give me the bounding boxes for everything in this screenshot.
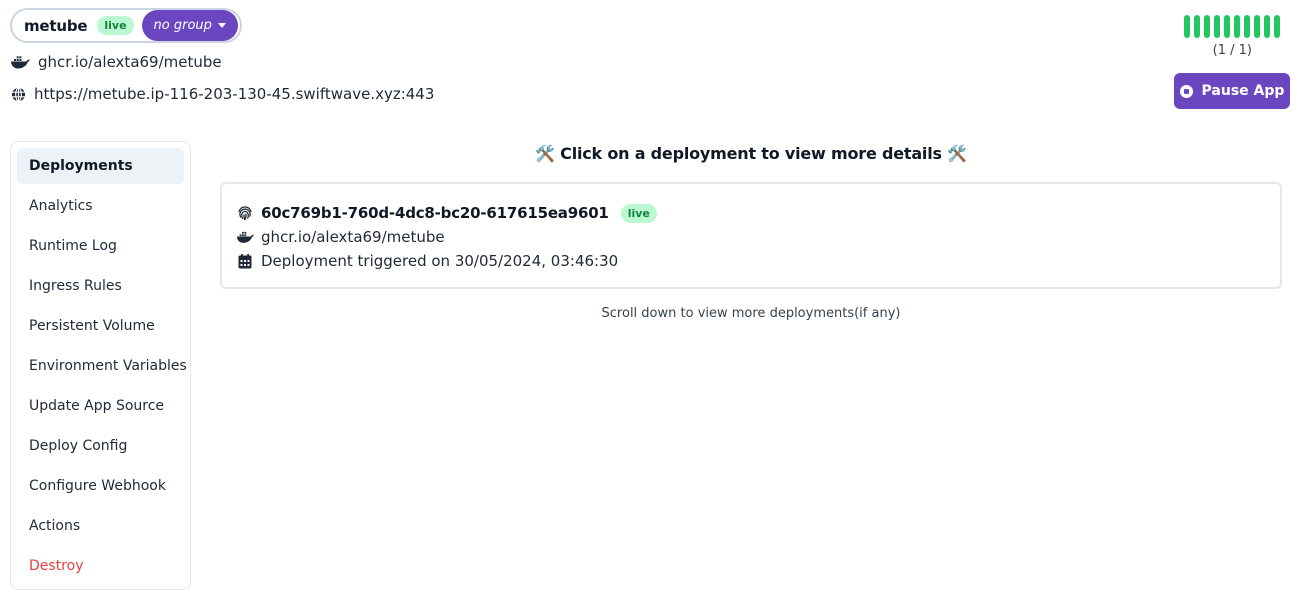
sidebar-item-configure-webhook[interactable]: Configure Webhook: [17, 468, 184, 504]
calendar-icon: [236, 253, 254, 269]
replica-status-bars: [1184, 15, 1280, 38]
replica-count: (1 / 1): [1212, 43, 1252, 58]
replica-status-bar: [1184, 15, 1190, 38]
sidebar-item-deployments[interactable]: Deployments: [17, 148, 184, 184]
replica-status-bar: [1244, 15, 1250, 38]
sidebar-item-label: Actions: [29, 518, 81, 534]
sidebar-item-label: Destroy: [29, 558, 84, 574]
caret-down-icon: [217, 23, 226, 28]
app-url-row: https://metube.ip-116-203-130-45.swiftwa…: [10, 85, 434, 103]
sidebar-item-actions[interactable]: Actions: [17, 508, 184, 544]
scroll-hint: Scroll down to view more deployments(if …: [601, 306, 901, 321]
app-url-link[interactable]: https://metube.ip-116-203-130-45.swiftwa…: [34, 85, 434, 103]
deployment-triggered-text: Deployment triggered on 30/05/2024, 03:4…: [261, 252, 619, 270]
app-header: metube live no group ghcr.io/alexta69/me…: [0, 0, 1300, 120]
deployment-status-badge: live: [620, 203, 657, 223]
sidebar-item-destroy[interactable]: Destroy: [17, 548, 184, 584]
deployment-image-row: ghcr.io/alexta69/metube: [236, 225, 1266, 249]
sidebar-item-deploy-config[interactable]: Deploy Config: [17, 428, 184, 464]
deployment-id-row: 60c769b1-760d-4dc8-bc20-617615ea9601 liv…: [236, 201, 1266, 225]
app-title-pill: metube live no group: [10, 8, 242, 43]
replica-status-bar: [1234, 15, 1240, 38]
sidebar-item-environment-variables[interactable]: Environment Variables: [17, 348, 187, 384]
pause-app-button[interactable]: Pause App: [1174, 73, 1290, 109]
sidebar-item-label: Deploy Config: [29, 438, 128, 454]
sidebar-item-runtime-log[interactable]: Runtime Log: [17, 228, 184, 264]
replica-status-bar: [1274, 15, 1280, 38]
replica-status-bar: [1254, 15, 1260, 38]
docker-icon: [236, 229, 254, 245]
deployment-id: 60c769b1-760d-4dc8-bc20-617615ea9601: [261, 204, 609, 222]
group-label: no group: [153, 18, 212, 33]
group-dropdown[interactable]: no group: [141, 10, 238, 41]
deployment-image: ghcr.io/alexta69/metube: [261, 228, 445, 246]
sidebar-item-label: Analytics: [29, 198, 93, 214]
sidebar-item-ingress-rules[interactable]: Ingress Rules: [17, 268, 184, 304]
sidebar-item-analytics[interactable]: Analytics: [17, 188, 184, 224]
fingerprint-icon: [236, 205, 254, 221]
deployments-heading: 🛠️ Click on a deployment to view more de…: [535, 144, 967, 163]
sidebar-item-update-app-source[interactable]: Update App Source: [17, 388, 184, 424]
sidebar-item-label: Environment Variables: [29, 358, 187, 374]
sidebar-item-label: Runtime Log: [29, 238, 117, 254]
replica-status-bar: [1264, 15, 1270, 38]
sidebar-item-persistent-volume[interactable]: Persistent Volume: [17, 308, 184, 344]
app-image-row: ghcr.io/alexta69/metube: [10, 53, 222, 71]
app-status-badge: live: [97, 16, 134, 35]
sidebar-item-label: Update App Source: [29, 398, 165, 414]
replica-status-bar: [1204, 15, 1210, 38]
sidebar-item-label: Deployments: [29, 158, 133, 174]
app-image: ghcr.io/alexta69/metube: [38, 53, 222, 71]
deployment-card[interactable]: 60c769b1-760d-4dc8-bc20-617615ea9601 liv…: [220, 182, 1282, 289]
sidebar-item-label: Persistent Volume: [29, 318, 155, 334]
app-sidebar: Deployments Analytics Runtime Log Ingres…: [10, 141, 191, 590]
replica-status-bar: [1214, 15, 1220, 38]
sidebar-item-label: Ingress Rules: [29, 278, 122, 294]
stop-circle-icon: [1179, 84, 1193, 98]
deployment-trigger-row: Deployment triggered on 30/05/2024, 03:4…: [236, 249, 1266, 273]
pause-app-label: Pause App: [1201, 83, 1285, 99]
replica-status-bar: [1224, 15, 1230, 38]
replica-status-bar: [1194, 15, 1200, 38]
deployments-panel: 🛠️ Click on a deployment to view more de…: [220, 141, 1282, 321]
app-name: metube: [24, 16, 88, 35]
docker-icon: [10, 54, 30, 70]
sidebar-item-label: Configure Webhook: [29, 478, 166, 494]
globe-icon: [10, 86, 26, 102]
